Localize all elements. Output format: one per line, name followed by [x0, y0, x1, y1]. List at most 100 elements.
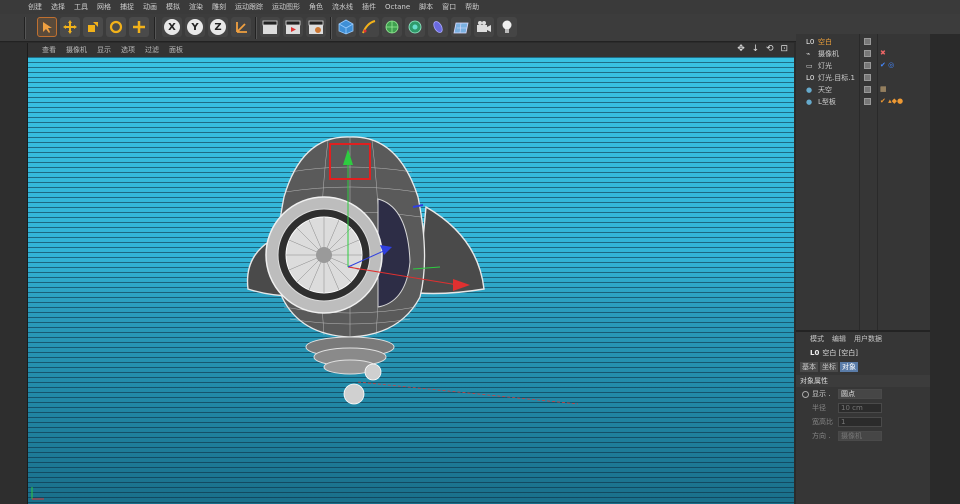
main-menu-bar: 创建 选择 工具 网格 捕捉 动画 模拟 渲染 雕刻 运动跟踪 运动图形 角色 … [0, 0, 960, 14]
attr-menu-edit[interactable]: 编辑 [832, 334, 846, 344]
sky-object-icon: ● [806, 86, 813, 94]
cube-icon [338, 19, 354, 35]
menu-octane[interactable]: Octane [385, 3, 410, 11]
render-view-button[interactable] [260, 17, 280, 37]
display-radio[interactable] [802, 390, 809, 398]
attr-menu-user-data[interactable]: 用户数据 [854, 334, 882, 344]
deformer-button[interactable] [428, 17, 448, 37]
viewport-menu-view[interactable]: 查看 [42, 45, 56, 55]
visibility-toggle[interactable] [864, 38, 871, 45]
object-row-light-target[interactable]: L0 灯光.目标.1 [796, 72, 930, 84]
material-tags-icon[interactable]: ✔ ▴◆● [880, 97, 903, 105]
menu-snap[interactable]: 捕捉 [120, 2, 134, 12]
menu-sculpt[interactable]: 雕刻 [212, 2, 226, 12]
cloner-button[interactable] [405, 17, 425, 37]
menu-plugins[interactable]: 插件 [362, 2, 376, 12]
toolbar-separator [24, 17, 26, 39]
menu-pipeline[interactable]: 流水线 [332, 2, 353, 12]
visibility-toggle[interactable] [864, 86, 871, 93]
menu-select[interactable]: 选择 [51, 2, 65, 12]
object-name[interactable]: L型板 [818, 97, 836, 107]
attr-menu-mode[interactable]: 模式 [810, 334, 824, 344]
object-name[interactable]: 灯光.目标.1 [818, 73, 855, 83]
viewport-menu-options[interactable]: 选项 [121, 45, 135, 55]
object-name[interactable]: 摄像机 [818, 49, 839, 59]
camera-tag-icon[interactable]: ✖ [880, 49, 886, 57]
scene-render [31, 136, 579, 500]
viewport-navigation-icons[interactable]: ✥ ↓ ⟲ ⊡ [737, 44, 790, 54]
exhaust-puff-2 [343, 383, 365, 405]
menu-tools[interactable]: 工具 [74, 2, 88, 12]
aspect-label: 宽高比 [812, 418, 833, 426]
visibility-toggle[interactable] [864, 50, 871, 57]
select-tool-button[interactable] [37, 17, 57, 37]
menu-help[interactable]: 帮助 [465, 2, 479, 12]
display-dropdown[interactable]: 圆点 [838, 389, 882, 399]
side-tab-strip [930, 34, 960, 504]
radius-row: 半径 10 cm [796, 401, 930, 415]
object-row-l-board[interactable]: ● L型板 ✔ ▴◆● [796, 96, 930, 108]
light-object-icon: ▭ [806, 62, 813, 70]
attribute-menu: 模式 编辑 用户数据 [796, 332, 930, 346]
object-name[interactable]: 天空 [818, 85, 832, 95]
axis-z-button[interactable]: Z [208, 17, 228, 37]
menu-mograph[interactable]: 运动图形 [272, 2, 300, 12]
axis-x-button[interactable]: X [162, 17, 182, 37]
axis-x-label: X [164, 19, 180, 35]
viewport-menu-camera[interactable]: 摄像机 [66, 45, 87, 55]
menu-motion-tracking[interactable]: 运动跟踪 [235, 2, 263, 12]
transform-tool-button[interactable] [129, 17, 149, 37]
null-object-icon: L0 [810, 349, 820, 357]
aspect-row: 宽高比 1 [796, 415, 930, 429]
coordinate-system-button[interactable] [231, 17, 251, 37]
visibility-toggle[interactable] [864, 74, 871, 81]
visibility-toggle[interactable] [864, 62, 871, 69]
aspect-field[interactable]: 1 [838, 417, 882, 427]
toolbar-separator [330, 17, 332, 39]
axis-y-button[interactable]: Y [185, 17, 205, 37]
object-row-light[interactable]: ▭ 灯光 ✔ ◎ [796, 60, 930, 72]
floor-button[interactable] [451, 17, 471, 37]
object-name[interactable]: 空白 [818, 37, 832, 47]
menu-simulate[interactable]: 模拟 [166, 2, 180, 12]
viewport-menu-panel[interactable]: 面板 [169, 45, 183, 55]
menu-animate[interactable]: 动画 [143, 2, 157, 12]
object-row-null[interactable]: L0 空白 [796, 36, 930, 48]
menu-character[interactable]: 角色 [309, 2, 323, 12]
camera-button[interactable] [474, 17, 494, 37]
menu-mesh[interactable]: 网格 [97, 2, 111, 12]
object-row-sky[interactable]: ● 天空 ▦ [796, 84, 930, 96]
object-row-camera[interactable]: ⌁ 摄像机 ✖ [796, 48, 930, 60]
radius-field[interactable]: 10 cm [838, 403, 882, 413]
null-object-icon: L0 [806, 38, 815, 46]
display-row: 显示 . 圆点 [796, 387, 930, 401]
mesh-object-icon: ● [806, 98, 813, 106]
rotate-tool-button[interactable] [106, 17, 126, 37]
subtab-object[interactable]: 对象 [840, 361, 858, 372]
object-properties-header: 对象属性 [796, 375, 930, 387]
render-picture-viewer-button[interactable] [283, 17, 303, 37]
toolbar-separator [255, 17, 257, 39]
orientation-dropdown[interactable]: 摄像机 [838, 431, 882, 441]
menu-script[interactable]: 脚本 [419, 2, 433, 12]
subdivision-surface-button[interactable] [382, 17, 402, 37]
render-settings-button[interactable] [306, 17, 326, 37]
clapperboard-play-icon [285, 20, 301, 34]
subtab-basic[interactable]: 基本 [800, 361, 818, 372]
subtab-coordinates[interactable]: 坐标 [820, 361, 838, 372]
move-tool-button[interactable] [60, 17, 80, 37]
menu-create[interactable]: 创建 [28, 2, 42, 12]
menu-render[interactable]: 渲染 [189, 2, 203, 12]
pen-spline-button[interactable] [359, 17, 379, 37]
light-button[interactable] [497, 17, 517, 37]
cube-primitive-button[interactable] [336, 17, 356, 37]
target-tag-icon[interactable]: ✔ ◎ [880, 61, 894, 69]
viewport-menu-display[interactable]: 显示 [97, 45, 111, 55]
3d-viewport[interactable] [28, 57, 794, 504]
object-name[interactable]: 灯光 [818, 61, 832, 71]
material-tag-icon[interactable]: ▦ [880, 85, 887, 93]
viewport-menu-filter[interactable]: 过滤 [145, 45, 159, 55]
scale-tool-button[interactable] [83, 17, 103, 37]
visibility-toggle[interactable] [864, 98, 871, 105]
menu-window[interactable]: 窗口 [442, 2, 456, 12]
